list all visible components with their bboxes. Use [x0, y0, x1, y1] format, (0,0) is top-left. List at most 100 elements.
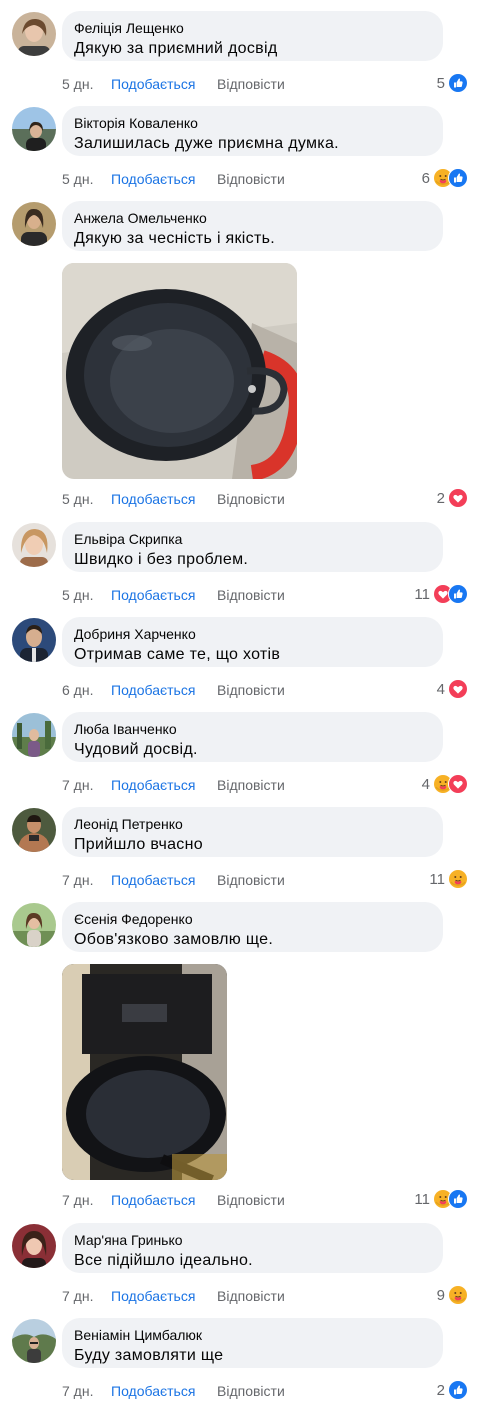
- comment-author[interactable]: Добриня Харченко: [74, 626, 431, 642]
- comment-bubble: Ельвіра Скрипка Швидко і без проблем.: [62, 522, 443, 572]
- reply-link[interactable]: Відповісти: [217, 680, 285, 700]
- comment-bubble: Вікторія Коваленко Залишилась дуже приєм…: [62, 106, 443, 156]
- comment-text: Дякую за приємний досвід: [74, 40, 278, 57]
- comment: Феліція Лещенко Дякую за приємний досвід…: [0, 0, 480, 96]
- comments-feed: Феліція Лещенко Дякую за приємний досвід…: [0, 0, 480, 1411]
- reply-link[interactable]: Відповісти: [217, 585, 285, 605]
- reaction-count: 11: [429, 870, 445, 888]
- reaction-summary[interactable]: 4: [422, 773, 468, 795]
- comment-time[interactable]: 7 дн.: [62, 870, 93, 890]
- comment-author[interactable]: Веніамін Цимбалюк: [74, 1327, 431, 1343]
- like-link[interactable]: Подобається: [111, 74, 195, 94]
- comment-author[interactable]: Мар'яна Гринько: [74, 1232, 431, 1248]
- comment-author[interactable]: Анжела Омельченко: [74, 210, 431, 226]
- like-reaction-icon: [448, 73, 468, 93]
- reaction-summary[interactable]: 2: [437, 487, 468, 509]
- comment-bubble: Веніамін Цимбалюк Буду замовляти ще: [62, 1318, 443, 1368]
- care-reaction-icon: [448, 1285, 468, 1305]
- reaction-summary[interactable]: 9: [437, 1284, 468, 1306]
- comment-text: Чудовий досвід.: [74, 741, 198, 758]
- reaction-count: 2: [436, 1381, 445, 1399]
- like-link[interactable]: Подобається: [111, 585, 195, 605]
- comment-author[interactable]: Люба Іванченко: [74, 721, 431, 737]
- avatar[interactable]: [12, 713, 56, 757]
- comment-bubble: Леонід Петренко Прийшло вчасно: [62, 807, 443, 857]
- avatar[interactable]: [12, 107, 56, 151]
- reaction-summary[interactable]: 6: [422, 167, 468, 189]
- avatar[interactable]: [12, 903, 56, 947]
- comment-author[interactable]: Вікторія Коваленко: [74, 115, 431, 131]
- comment-time[interactable]: 7 дн.: [62, 775, 93, 795]
- avatar[interactable]: [12, 12, 56, 56]
- comment-time[interactable]: 7 дн.: [62, 1381, 93, 1401]
- reply-link[interactable]: Відповісти: [217, 775, 285, 795]
- comment-time[interactable]: 7 дн.: [62, 1190, 93, 1210]
- avatar[interactable]: [12, 1224, 56, 1268]
- comment-time[interactable]: 5 дн.: [62, 74, 93, 94]
- like-link[interactable]: Подобається: [111, 870, 195, 890]
- like-link[interactable]: Подобається: [111, 169, 195, 189]
- comment-time[interactable]: 7 дн.: [62, 1286, 93, 1306]
- comment: Леонід Петренко Прийшло вчасно 7 дн. Под…: [0, 796, 480, 892]
- reaction-summary[interactable]: 11: [429, 868, 468, 890]
- like-link[interactable]: Подобається: [111, 775, 195, 795]
- avatar[interactable]: [12, 808, 56, 852]
- avatar[interactable]: [12, 1319, 56, 1363]
- reaction-summary[interactable]: 11: [414, 1188, 468, 1210]
- reply-link[interactable]: Відповісти: [217, 169, 285, 189]
- avatar[interactable]: [12, 618, 56, 662]
- reply-link[interactable]: Відповісти: [217, 870, 285, 890]
- comment-text: Буду замовляти ще: [74, 1347, 224, 1364]
- like-reaction-icon: [448, 1380, 468, 1400]
- comment-text: Прийшло вчасно: [74, 836, 203, 853]
- comment: Мар'яна Гринько Все підійшло ідеально. 7…: [0, 1212, 480, 1308]
- comment: Ельвіра Скрипка Швидко і без проблем. 5 …: [0, 511, 480, 607]
- like-reaction-icon: [448, 168, 468, 188]
- like-link[interactable]: Подобається: [111, 489, 195, 509]
- comment-text: Отримав саме те, що хотів: [74, 646, 281, 663]
- reaction-summary[interactable]: 4: [437, 678, 468, 700]
- comment-text: Все підійшло ідеально.: [74, 1252, 253, 1269]
- reaction-summary[interactable]: 2: [437, 1379, 468, 1401]
- reply-link[interactable]: Відповісти: [217, 1286, 285, 1306]
- comment-bubble: Феліція Лещенко Дякую за приємний досвід: [62, 11, 443, 61]
- comment-time[interactable]: 5 дн.: [62, 585, 93, 605]
- comment-text: Дякую за чесність і якість.: [74, 230, 275, 247]
- comment-photo-pan[interactable]: [62, 964, 227, 1180]
- comment-time[interactable]: 5 дн.: [62, 169, 93, 189]
- reaction-count: 4: [436, 680, 445, 698]
- comment-author[interactable]: Ельвіра Скрипка: [74, 531, 431, 547]
- reaction-count: 4: [421, 775, 430, 793]
- comment-text: Швидко і без проблем.: [74, 551, 249, 568]
- comment-time[interactable]: 5 дн.: [62, 489, 93, 509]
- comment-time[interactable]: 6 дн.: [62, 680, 93, 700]
- reply-link[interactable]: Відповісти: [217, 1190, 285, 1210]
- like-link[interactable]: Подобається: [111, 1190, 195, 1210]
- reply-link[interactable]: Відповісти: [217, 74, 285, 94]
- reaction-count: 9: [436, 1286, 445, 1304]
- comment-text: Залишилась дуже приємна думка.: [74, 135, 339, 152]
- care-reaction-icon: [448, 869, 468, 889]
- comment-author[interactable]: Єсенія Федоренко: [74, 911, 431, 927]
- comment-bubble: Анжела Омельченко Дякую за чесність і як…: [62, 201, 443, 251]
- comment: Добриня Харченко Отримав саме те, що хот…: [0, 606, 480, 702]
- reply-link[interactable]: Відповісти: [217, 489, 285, 509]
- like-link[interactable]: Подобається: [111, 1286, 195, 1306]
- avatar[interactable]: [12, 202, 56, 246]
- like-reaction-icon: [448, 584, 468, 604]
- reply-link[interactable]: Відповісти: [217, 1381, 285, 1401]
- reaction-count: 6: [421, 169, 430, 187]
- love-reaction-icon: [448, 774, 468, 794]
- comment-author[interactable]: Леонід Петренко: [74, 816, 431, 832]
- comment-bubble: Люба Іванченко Чудовий досвід.: [62, 712, 443, 762]
- avatar[interactable]: [12, 523, 56, 567]
- like-link[interactable]: Подобається: [111, 1381, 195, 1401]
- reaction-summary[interactable]: 11: [414, 583, 468, 605]
- comment-author[interactable]: Феліція Лещенко: [74, 20, 431, 36]
- reaction-summary[interactable]: 5: [437, 72, 468, 94]
- reaction-count: 11: [414, 1190, 430, 1208]
- reaction-count: 5: [436, 74, 445, 92]
- like-link[interactable]: Подобається: [111, 680, 195, 700]
- comment-bubble: Мар'яна Гринько Все підійшло ідеально.: [62, 1223, 443, 1273]
- comment-photo-pan[interactable]: [62, 263, 297, 479]
